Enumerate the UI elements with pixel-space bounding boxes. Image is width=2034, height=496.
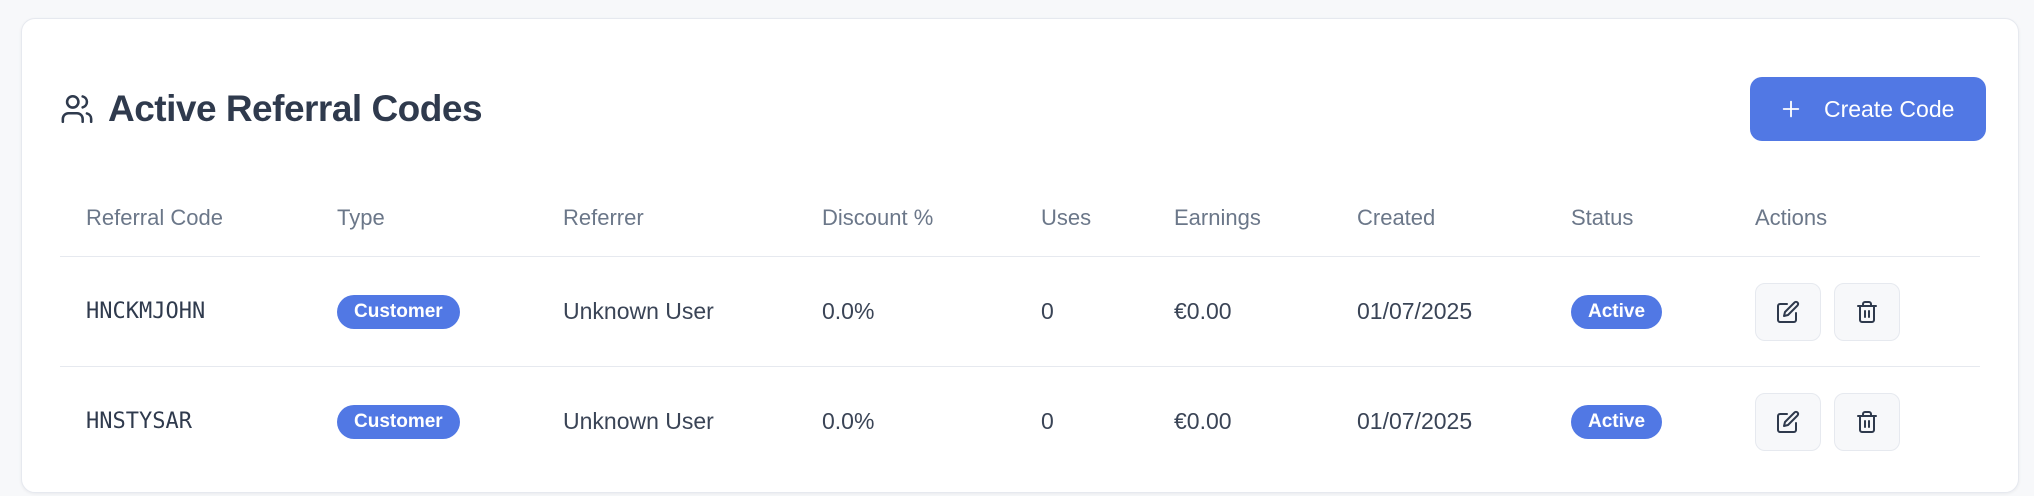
referral-code-cell: HNSTYSAR	[60, 366, 311, 476]
row-actions	[1755, 282, 1980, 341]
column-header-type[interactable]: Type	[311, 179, 537, 257]
status-badge: Active	[1571, 294, 1663, 329]
create-code-label: Create Code	[1824, 95, 1955, 122]
actions-cell	[1729, 257, 1980, 367]
table-row: HNCKMJOHN Customer Unknown User 0.0% 0 €…	[60, 257, 1980, 367]
created-cell: 01/07/2025	[1331, 366, 1545, 476]
type-badge: Customer	[337, 294, 460, 329]
edit-icon	[1777, 410, 1800, 433]
column-header-status[interactable]: Status	[1545, 179, 1729, 257]
title-wrap: Active Referral Codes	[60, 88, 483, 130]
created-cell: 01/07/2025	[1357, 298, 1473, 324]
status-badge: Active	[1571, 404, 1663, 439]
referral-codes-table: Referral Code Type Referrer Discount % U…	[60, 179, 1980, 476]
column-header-referrer[interactable]: Referrer	[537, 179, 796, 257]
column-header-uses[interactable]: Uses	[1015, 179, 1148, 257]
table-row: HNSTYSAR Customer Unknown User 0.0% 0 €0…	[60, 366, 1980, 476]
edit-icon	[1777, 300, 1800, 323]
trash-icon	[1857, 300, 1877, 323]
column-header-discount[interactable]: Discount %	[796, 179, 1015, 257]
column-header-created[interactable]: Created	[1331, 179, 1545, 257]
status-cell: Active	[1545, 257, 1729, 367]
earnings-cell: €0.00	[1174, 298, 1232, 324]
discount-cell: 0.0%	[796, 366, 1015, 476]
column-header-referral-code[interactable]: Referral Code	[60, 179, 311, 257]
card-header: Active Referral Codes Create Code	[60, 59, 1986, 159]
page-title: Active Referral Codes	[108, 88, 483, 129]
type-cell: Customer	[311, 366, 537, 476]
create-code-button[interactable]: Create Code	[1750, 77, 1986, 141]
edit-button[interactable]	[1755, 282, 1821, 341]
users-icon	[61, 94, 93, 124]
delete-button[interactable]	[1834, 282, 1900, 341]
row-actions	[1755, 392, 1980, 451]
referral-codes-card: Active Referral Codes Create Code Referr…	[21, 18, 2019, 493]
actions-cell	[1729, 366, 1980, 476]
column-header-actions: Actions	[1729, 179, 1980, 257]
referrer-cell: Unknown User	[563, 298, 714, 324]
uses-cell: 0	[1041, 298, 1054, 324]
trash-icon	[1857, 410, 1877, 433]
edit-button[interactable]	[1755, 392, 1821, 451]
earnings-cell: €0.00	[1148, 366, 1331, 476]
plus-icon	[1782, 100, 1800, 118]
type-badge: Customer	[337, 404, 460, 439]
table-header-row: Referral Code Type Referrer Discount % U…	[60, 179, 1980, 257]
discount-cell: 0.0%	[822, 298, 875, 324]
status-cell: Active	[1545, 366, 1729, 476]
uses-cell: 0	[1015, 366, 1148, 476]
column-header-earnings[interactable]: Earnings	[1148, 179, 1331, 257]
type-cell: Customer	[311, 257, 537, 367]
delete-button[interactable]	[1834, 392, 1900, 451]
referrer-cell: Unknown User	[537, 366, 796, 476]
referral-code-cell: HNCKMJOHN	[86, 299, 206, 324]
